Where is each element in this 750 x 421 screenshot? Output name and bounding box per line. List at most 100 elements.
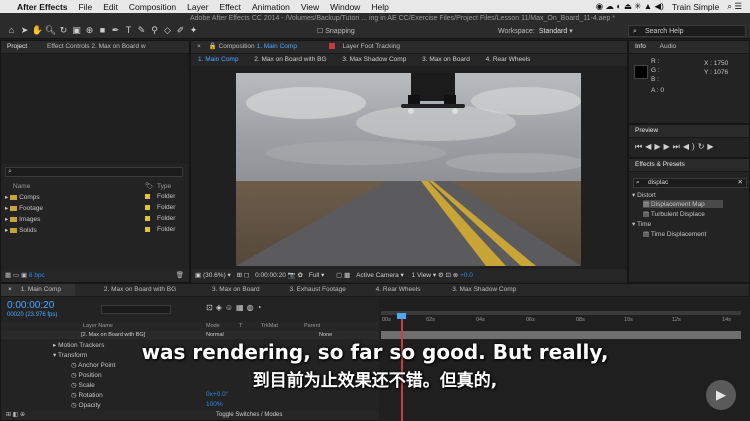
col-mode[interactable]: Mode [206, 322, 220, 331]
next-frame-icon[interactable]: ▶ [664, 142, 673, 151]
text-tool-icon[interactable]: T [122, 25, 135, 36]
effects-search-input[interactable]: ⌕ displac ✕ [633, 178, 747, 188]
menu-layer[interactable]: Layer [187, 2, 208, 12]
draft-3d-icon[interactable]: ◈ [216, 303, 225, 312]
workspace-selector[interactable]: Workspace: Standard ▾ [498, 27, 573, 35]
opacity-value[interactable]: 100% [206, 401, 223, 408]
col-layer-name[interactable]: Layer Name [83, 322, 113, 331]
view-layout-dropdown[interactable]: 1 View [412, 272, 431, 279]
menu-edit[interactable]: Edit [103, 2, 118, 12]
timeline-tab[interactable]: 2. Max on Board with BG [97, 284, 183, 296]
trash-icon[interactable]: 🗑 [176, 270, 184, 282]
interpret-footage-icon[interactable]: ▦ [5, 272, 11, 279]
timeline-tab[interactable]: × 1. Main Comp [1, 284, 76, 296]
grid-icon[interactable]: ⊞ [237, 272, 242, 279]
puppet-tool-icon[interactable]: ✦ [187, 25, 200, 36]
frame-blend-icon[interactable]: ▦ [236, 303, 247, 312]
comp-tab[interactable]: 2. Max on Board with BG [247, 54, 333, 66]
list-item[interactable]: ▸ Solids [5, 226, 37, 234]
always-preview-icon[interactable]: ▣ [195, 272, 201, 279]
audio-icon[interactable]: ◀) [683, 142, 698, 151]
home-icon[interactable]: ⌂ [5, 25, 18, 36]
list-item[interactable]: ▸ Comps [5, 193, 40, 201]
graph-editor-icon[interactable]: ◔ [257, 303, 265, 312]
resolution-dropdown[interactable]: Full [309, 272, 319, 279]
lock-icon[interactable]: 🔒 [209, 43, 217, 50]
last-frame-icon[interactable]: ⏭ [673, 142, 683, 151]
menu-effect[interactable]: Effect [219, 2, 241, 12]
snapshot-icon[interactable]: 📷 [288, 272, 296, 279]
comp-flowchart-icon[interactable]: ⊡ [206, 303, 216, 312]
menu-help[interactable]: Help [371, 2, 388, 12]
shape-tool-icon[interactable]: ■ [96, 25, 109, 36]
tab-audio[interactable]: Audio [654, 41, 683, 53]
bpc-toggle[interactable]: 8 bpc [29, 272, 45, 279]
comp-tab[interactable]: 4. Rear Wheels [479, 54, 538, 66]
timeline-tab[interactable]: 3. Max on Board [205, 284, 267, 296]
layer-mode[interactable]: Normal [206, 331, 224, 339]
magnification-dropdown[interactable]: (30.6%) [203, 272, 226, 279]
menubar-search-icon[interactable]: ⌕ ☰ [727, 1, 742, 12]
timeline-current-time[interactable]: 0:00:00:20 [7, 300, 54, 311]
list-item[interactable]: ▸ Images [5, 215, 40, 223]
clear-search-icon[interactable]: ✕ [738, 179, 743, 187]
tab-effects-presets[interactable]: Effects & Presets [629, 159, 691, 171]
menu-file[interactable]: File [79, 2, 93, 12]
menu-window[interactable]: Window [330, 2, 360, 12]
playhead-handle[interactable] [397, 313, 406, 319]
transparency-grid-icon[interactable]: ▩ [344, 272, 350, 279]
eraser-tool-icon[interactable]: ◇ [161, 25, 174, 36]
reset-exposure-icon[interactable]: ⊗ [453, 272, 458, 279]
shy-icon[interactable]: ☺ [225, 303, 236, 312]
first-frame-icon[interactable]: ⏮ [635, 142, 645, 151]
menu-animation[interactable]: Animation [252, 2, 290, 12]
roto-brush-tool-icon[interactable]: ✐ [174, 25, 187, 36]
hand-tool-icon[interactable]: ✋ [31, 25, 44, 36]
layer-bar[interactable] [381, 331, 741, 339]
motion-blur-icon[interactable]: ◍ [247, 303, 257, 312]
loop-icon[interactable]: ↻ [698, 142, 708, 151]
pen-tool-icon[interactable]: ✒ [109, 25, 122, 36]
composition-viewer[interactable] [236, 73, 581, 266]
new-folder-icon[interactable]: ▭ [13, 272, 19, 279]
ram-preview-icon[interactable]: ▶ [707, 142, 716, 151]
selection-tool-icon[interactable]: ➤ [18, 25, 31, 36]
tab-preview[interactable]: Preview [629, 125, 664, 137]
timeline-tab[interactable]: 3. Max Shadow Comp [445, 284, 523, 296]
search-help-input[interactable]: ⌕ Search Help [628, 25, 746, 37]
col-type-header[interactable]: Type [157, 183, 171, 190]
camera-view-dropdown[interactable]: Active Camera [356, 272, 399, 279]
time-ruler[interactable]: 00s 02s 04s 06s 08s 10s 12s 14s [379, 317, 750, 326]
camera-tool-icon[interactable]: ▣ [70, 25, 83, 36]
stopwatch-icon[interactable]: ◷ [71, 402, 77, 409]
exposure-value[interactable]: +0.0 [460, 272, 473, 279]
tab-effect-controls[interactable]: Effect Controls 2. Max on Board w [41, 41, 152, 53]
timeline-search-input[interactable] [101, 305, 171, 314]
stopwatch-icon[interactable]: ◷ [71, 392, 77, 399]
col-name-header[interactable]: Name [13, 183, 30, 190]
clone-tool-icon[interactable]: ⚲ [148, 25, 161, 36]
effect-item[interactable]: ▤ Turbulent Displace [643, 210, 705, 218]
effect-item[interactable]: ▤ Time Displacement [643, 230, 706, 238]
train-simple-app[interactable]: Train Simple [672, 2, 719, 12]
prop-rotation[interactable]: ◷ Rotation [71, 391, 103, 399]
list-item[interactable]: ▸ Footage [5, 204, 43, 212]
effect-group[interactable]: ▾ Time [632, 220, 651, 228]
comp-tab[interactable]: 3. Max on Board [415, 54, 477, 66]
rotate-tool-icon[interactable]: ↻ [57, 25, 70, 36]
footer-icons[interactable]: ⊞ ◧ ⊕ [6, 411, 25, 418]
table-row[interactable]: [2. Max on Board with BG] Normal None [1, 331, 379, 339]
toggle-switches-modes[interactable]: Toggle Switches / Modes [216, 412, 282, 418]
rotation-value[interactable]: 0x+0.0° [206, 391, 228, 398]
prev-frame-icon[interactable]: ◀ [645, 142, 654, 151]
tab-layer[interactable]: Layer Foot Tracking [337, 41, 406, 53]
menu-composition[interactable]: Composition [129, 2, 176, 12]
pan-behind-tool-icon[interactable]: ⊕ [83, 25, 96, 36]
timeline-tab[interactable]: 4. Rear Wheels [369, 284, 428, 296]
zoom-tool-icon[interactable]: 🔍︎ [44, 25, 57, 36]
prop-opacity[interactable]: ◷ Opacity [71, 401, 101, 409]
menu-view[interactable]: View [301, 2, 319, 12]
render-icon[interactable]: ⚙ [438, 272, 444, 279]
col-trkmat[interactable]: TrkMat [261, 322, 278, 331]
menu-app-name[interactable]: After Effects [17, 2, 68, 12]
